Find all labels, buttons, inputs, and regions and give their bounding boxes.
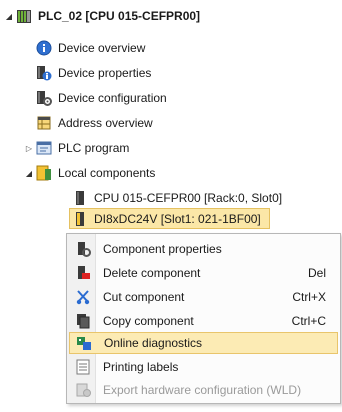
device-configuration-icon [36,90,52,106]
menu-item-delete-component[interactable]: Delete component Del [69,262,338,284]
plc-label: PLC_02 [CPU 015-CEFPR00] [38,9,201,23]
tree-item-label: Local components [58,166,156,180]
device-properties-icon [36,65,52,81]
label-sheet-icon [75,359,91,375]
menu-item-shortcut: Ctrl+C [291,314,326,328]
menu-item-cut-component[interactable]: Cut component Ctrl+X [69,286,338,308]
menu-item-component-properties[interactable]: Component properties [69,238,338,260]
collapse-triangle-icon[interactable]: ◢ [24,168,34,178]
menu-item-label: Online diagnostics [104,336,203,350]
tree-item-device-configuration[interactable]: Device configuration [36,88,167,108]
tree-item-label: DI8xDC24V [Slot1: 021-1BF00] [94,212,261,226]
tree-item-local-components[interactable]: Local components [36,163,155,183]
context-menu: Component properties Delete component De… [66,233,341,404]
tree-item-cpu-component[interactable]: CPU 015-CEFPR00 [Rack:0, Slot0] [72,188,282,208]
menu-item-export-hardware-configuration[interactable]: Export hardware configuration (WLD) [69,379,338,401]
tree-item-address-overview[interactable]: Address overview [36,113,153,133]
tree-item-label: Device properties [58,66,152,80]
local-components-icon [36,165,52,181]
menu-item-label: Component properties [103,242,222,256]
tree-item-device-overview[interactable]: Device overview [36,38,145,58]
plc-program-icon [36,140,52,156]
tree-item-device-properties[interactable]: Device properties [36,63,151,83]
menu-item-shortcut: Ctrl+X [292,290,326,304]
tree-item-label: CPU 015-CEFPR00 [Rack:0, Slot0] [94,191,283,205]
menu-item-label: Export hardware configuration (WLD) [103,383,302,397]
export-icon [75,382,91,398]
io-module-icon [72,211,88,227]
menu-item-shortcut: Del [307,266,326,280]
collapse-triangle-icon[interactable]: ◢ [4,11,14,21]
menu-item-label: Printing labels [103,360,179,374]
menu-item-label: Cut component [103,290,185,304]
address-table-icon [36,115,52,131]
cut-icon [75,289,91,305]
delete-component-icon [75,265,91,281]
menu-item-online-diagnostics[interactable]: Online diagnostics [69,332,338,354]
cpu-module-icon [72,190,88,206]
plc-device-icon [16,8,32,24]
tree-item-plc[interactable]: PLC_02 [CPU 015-CEFPR00] [16,6,200,26]
expand-triangle-icon[interactable]: ▷ [24,143,34,153]
tree-item-label: PLC program [58,141,130,155]
info-icon [36,40,52,56]
tree-item-label: Device overview [58,41,146,55]
menu-item-label: Copy component [103,314,194,328]
copy-icon [75,313,91,329]
component-properties-icon [75,241,91,257]
menu-item-printing-labels[interactable]: Printing labels [69,356,338,378]
menu-item-label: Delete component [103,266,201,280]
menu-item-copy-component[interactable]: Copy component Ctrl+C [69,310,338,332]
tree-item-label: Address overview [58,116,153,130]
tree-item-di-component[interactable]: DI8xDC24V [Slot1: 021-1BF00] [72,209,261,229]
diagnostics-icon [76,335,92,351]
tree-item-plc-program[interactable]: PLC program [36,138,129,158]
tree-item-label: Device configuration [58,91,167,105]
